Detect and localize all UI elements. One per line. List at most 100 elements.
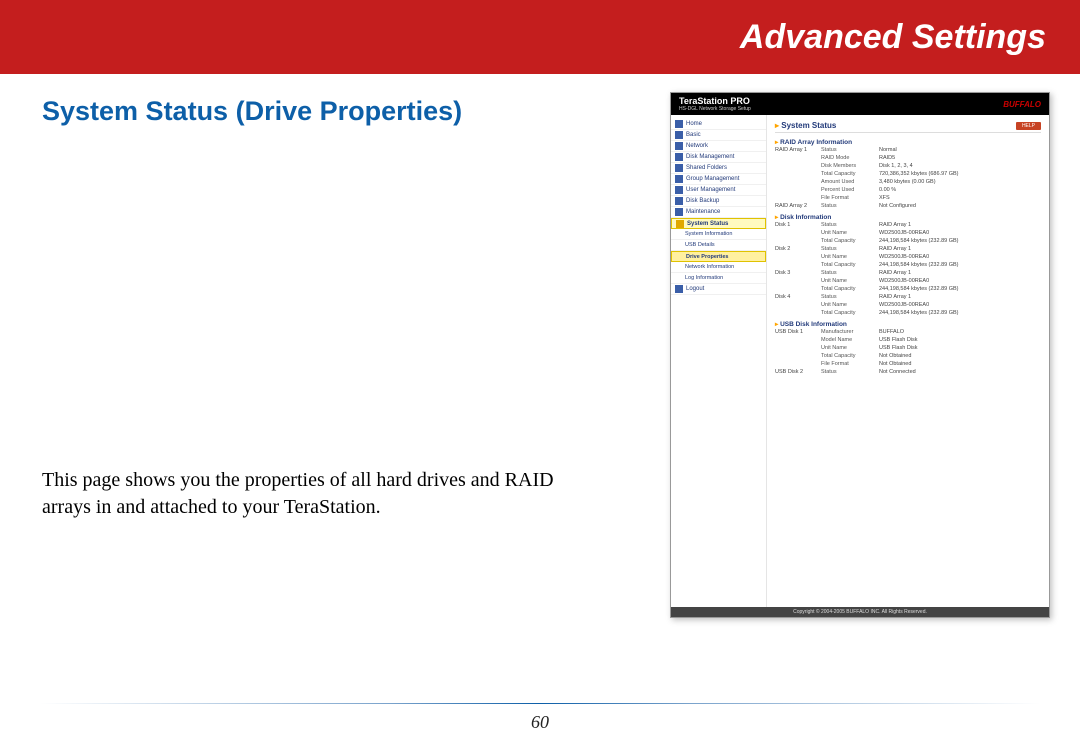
nav-item[interactable]: Disk Management [671, 152, 766, 163]
section-header: USB Disk Information [775, 320, 1041, 328]
kv-row: Total Capacity244,198,584 kbytes (232.89… [775, 285, 1041, 293]
row-value: Normal [879, 147, 1041, 153]
nav-icon [675, 142, 683, 150]
row-value: 3,480 kbytes (0.00 GB) [879, 179, 1041, 185]
row-value: 244,198,584 kbytes (232.89 GB) [879, 310, 1041, 316]
kv-row: RAID Array 2StatusNot Configured [775, 202, 1041, 210]
row-group: RAID Array 1 [775, 147, 821, 153]
main-panel: System Status HELP RAID Array Informatio… [767, 115, 1049, 607]
nav-subitem[interactable]: USB Details [671, 240, 766, 251]
row-group: Disk 4 [775, 294, 821, 300]
kv-row: File FormatXFS [775, 194, 1041, 202]
nav-item[interactable]: Shared Folders [671, 163, 766, 174]
row-group: Disk 3 [775, 270, 821, 276]
row-group [775, 337, 821, 343]
row-value: 0.00 % [879, 187, 1041, 193]
row-value: Not Obtained [879, 353, 1041, 359]
row-group: Disk 2 [775, 246, 821, 252]
kv-row: File FormatNot Obtained [775, 360, 1041, 368]
nav-icon [675, 186, 683, 194]
kv-row: Unit NameWD2500JB-00REA0 [775, 277, 1041, 285]
row-key: Amount Used [821, 179, 879, 185]
nav-sidebar: Home BasicNetworkDisk ManagementShared Fo… [671, 115, 767, 607]
nav-icon [675, 153, 683, 161]
row-key: Total Capacity [821, 353, 879, 359]
kv-row: Disk 4StatusRAID Array 1 [775, 293, 1041, 301]
row-value: 244,198,584 kbytes (232.89 GB) [879, 262, 1041, 268]
kv-row: Unit NameWD2500JB-00REA0 [775, 253, 1041, 261]
row-group: RAID Array 2 [775, 203, 821, 209]
kv-row: Unit NameWD2500JB-00REA0 [775, 229, 1041, 237]
row-value: Disk 1, 2, 3, 4 [879, 163, 1041, 169]
row-value: WD2500JB-00REA0 [879, 302, 1041, 308]
nav-subitem[interactable]: Network Information [671, 262, 766, 273]
page-number: 60 [0, 712, 1080, 733]
kv-row: Total Capacity720,386,352 kbytes (686.97… [775, 170, 1041, 178]
screenshot-panel: TeraStation PRO HS-DGL Network Storage S… [670, 92, 1050, 618]
row-key: Disk Members [821, 163, 879, 169]
row-group [775, 310, 821, 316]
kv-row: Unit NameWD2500JB-00REA0 [775, 301, 1041, 309]
row-key: Unit Name [821, 254, 879, 260]
nav-item[interactable]: Logout [671, 284, 766, 295]
row-key: Unit Name [821, 302, 879, 308]
row-group: USB Disk 1 [775, 329, 821, 335]
nav-icon [675, 197, 683, 205]
row-key: Status [821, 294, 879, 300]
kv-row: Total Capacity244,198,584 kbytes (232.89… [775, 309, 1041, 317]
nav-item[interactable]: Maintenance [671, 207, 766, 218]
nav-item[interactable]: Basic [671, 130, 766, 141]
row-key: Status [821, 270, 879, 276]
nav-item[interactable]: System Status [671, 218, 766, 229]
nav-item[interactable]: Group Management [671, 174, 766, 185]
row-value: 720,386,352 kbytes (686.97 GB) [879, 171, 1041, 177]
nav-subitem[interactable]: Log Information [671, 273, 766, 284]
row-value: RAID Array 1 [879, 246, 1041, 252]
nav-icon [676, 220, 684, 228]
row-key: Total Capacity [821, 310, 879, 316]
row-group [775, 238, 821, 244]
row-group [775, 187, 821, 193]
section-header: RAID Array Information [775, 138, 1041, 146]
footer-rule [40, 703, 1040, 704]
row-key: RAID Mode [821, 155, 879, 161]
row-value: RAID Array 1 [879, 222, 1041, 228]
row-group [775, 361, 821, 367]
nav-subitem[interactable]: System Information [671, 229, 766, 240]
row-value: WD2500JB-00REA0 [879, 278, 1041, 284]
screenshot-header: TeraStation PRO HS-DGL Network Storage S… [671, 93, 1049, 115]
row-value: Not Configured [879, 203, 1041, 209]
row-value: Not Obtained [879, 361, 1041, 367]
body-text: This page shows you the properties of al… [42, 467, 602, 521]
nav-item[interactable]: Network [671, 141, 766, 152]
row-key: Total Capacity [821, 262, 879, 268]
row-group [775, 163, 821, 169]
row-key: File Format [821, 361, 879, 367]
nav-label: System Status [687, 221, 728, 227]
nav-icon [675, 208, 683, 216]
row-value: 244,198,584 kbytes (232.89 GB) [879, 238, 1041, 244]
row-key: Status [821, 147, 879, 153]
row-group [775, 345, 821, 351]
brand-logo: BUFFALO [1003, 100, 1041, 109]
row-key: Total Capacity [821, 171, 879, 177]
nav-label: Disk Backup [686, 198, 719, 204]
nav-item[interactable]: Home [671, 119, 766, 130]
row-group [775, 230, 821, 236]
kv-row: Unit NameUSB Flash Disk [775, 344, 1041, 352]
nav-subitem[interactable]: Drive Properties [671, 251, 766, 262]
row-value: USB Flash Disk [879, 345, 1041, 351]
nav-item[interactable]: Disk Backup [671, 196, 766, 207]
row-value: WD2500JB-00REA0 [879, 254, 1041, 260]
row-key: Status [821, 246, 879, 252]
row-group [775, 302, 821, 308]
nav-icon [675, 285, 683, 293]
nav-label: Group Management [686, 176, 739, 182]
row-key: Model Name [821, 337, 879, 343]
help-button[interactable]: HELP [1016, 122, 1041, 130]
nav-label: Home [686, 121, 702, 127]
section-header: Disk Information [775, 213, 1041, 221]
row-group: USB Disk 2 [775, 369, 821, 375]
kv-row: Disk 3StatusRAID Array 1 [775, 269, 1041, 277]
nav-item[interactable]: User Management [671, 185, 766, 196]
